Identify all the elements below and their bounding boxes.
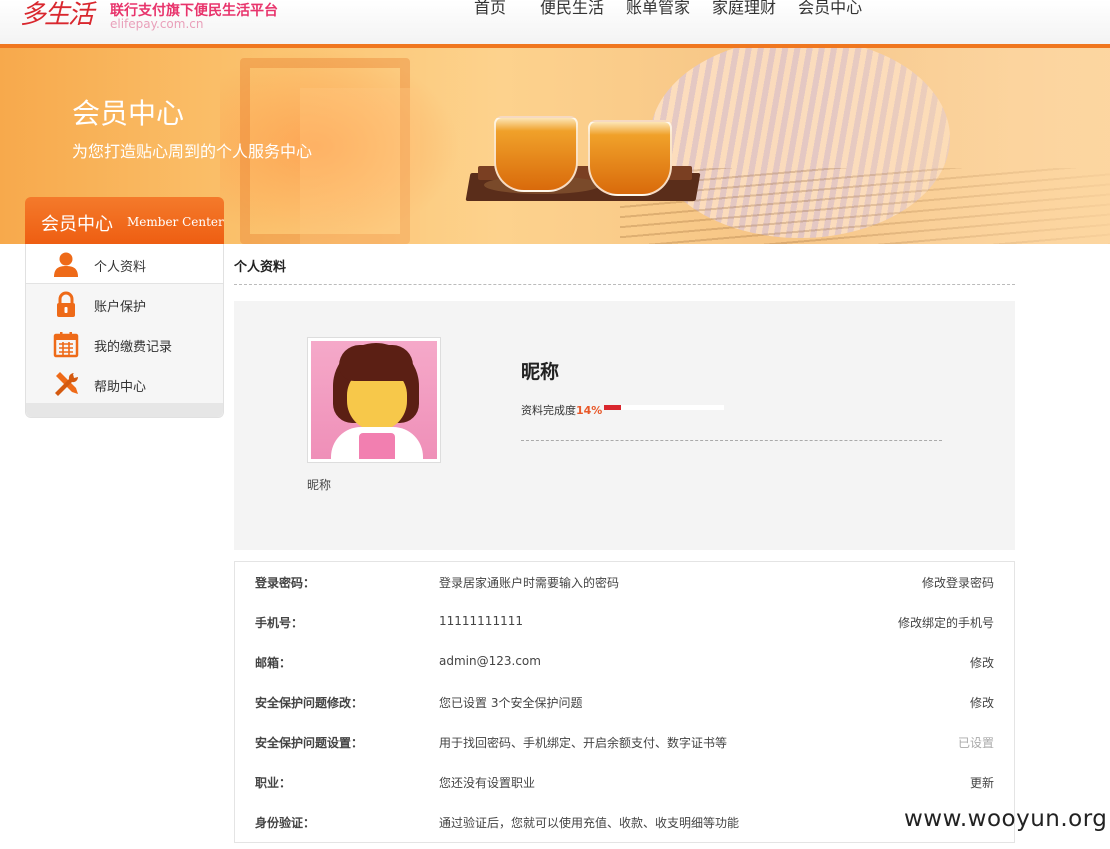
info-value: 11111111111 — [439, 614, 523, 628]
page-title: 个人资料 — [234, 260, 287, 275]
update-occupation-link[interactable]: 更新 — [970, 774, 994, 791]
logo-url: elifepay.com.cn — [110, 17, 204, 31]
logo-wordmark: 多生活 — [20, 0, 94, 30]
info-value: 通过验证后，您就可以使用充值、收款、收支明细等功能 — [439, 816, 740, 830]
divider — [521, 440, 942, 441]
avatar[interactable] — [307, 337, 441, 463]
info-row-identity-verification: 身份验证： 通过验证后，您就可以使用充值、收款、收支明细等功能 — [235, 802, 1014, 842]
completion-label-text: 资料完成度 — [521, 404, 576, 417]
completion-label: 资料完成度14% — [521, 402, 602, 418]
sidebar-footer — [26, 403, 223, 417]
info-value: 您已设置 3个安全保护问题 — [439, 696, 583, 710]
person-icon — [54, 252, 78, 277]
banner-screen-inner-decoration — [300, 88, 420, 244]
nav-home[interactable]: 首页 — [474, 0, 506, 18]
info-label: 身份验证： — [255, 816, 316, 830]
info-value: 您还没有设置职业 — [439, 776, 536, 790]
avatar-caption: 昵称 — [307, 478, 332, 492]
avatar-shirt — [359, 433, 395, 459]
change-security-question-link[interactable]: 修改 — [970, 694, 994, 711]
sidebar-item-label: 账户保护 — [94, 300, 147, 315]
sidebar-title: 会员中心 — [41, 214, 113, 235]
completion-progress-bar — [604, 405, 724, 410]
sidebar-item-account-protection[interactable]: 账户保护 — [26, 284, 223, 324]
completion-progress-fill — [604, 405, 621, 410]
lock-icon — [57, 291, 75, 317]
avatar-bangs — [339, 345, 413, 381]
tea-cup-image — [494, 116, 578, 192]
sidebar: 个人资料 账户保护 我的缴费记录 帮助中心 — [25, 244, 224, 418]
sidebar-item-help-center[interactable]: 帮助中心 — [26, 364, 223, 404]
sidebar-item-profile[interactable]: 个人资料 — [26, 244, 223, 284]
banner-fade — [820, 48, 1110, 244]
info-label: 安全保护问题修改： — [255, 696, 364, 710]
info-value: 用于找回密码、手机绑定、开启余额支付、数字证书等 — [439, 736, 728, 750]
watermark: www.wooyun.org — [904, 806, 1108, 832]
info-value: admin@123.com — [439, 654, 541, 668]
profile-panel: 昵称 昵称 资料完成度14% — [234, 301, 1015, 550]
main-nav: 首页 便民生活 账单管家 家庭理财 会员中心 — [474, 0, 884, 18]
security-question-status: 已设置 — [957, 736, 994, 750]
nav-finance[interactable]: 家庭理财 — [712, 0, 776, 18]
nickname: 昵称 — [521, 361, 560, 383]
sidebar-item-label: 帮助中心 — [94, 380, 147, 395]
banner-subtitle: 为您打造贴心周到的个人服务中心 — [72, 142, 313, 161]
change-password-link[interactable]: 修改登录密码 — [922, 574, 994, 591]
banner-title: 会员中心 — [72, 97, 185, 130]
info-value: 登录居家通账户时需要输入的密码 — [439, 576, 620, 590]
tea-cup-image — [588, 120, 672, 196]
sidebar-item-payment-records[interactable]: 我的缴费记录 — [26, 324, 223, 364]
sidebar-header: 会员中心 Member Center — [25, 197, 224, 244]
change-email-link[interactable]: 修改 — [970, 654, 994, 671]
info-label: 职业： — [255, 776, 292, 790]
info-row-phone: 手机号： 11111111111 修改绑定的手机号 — [235, 602, 1014, 642]
avatar-image — [311, 341, 437, 459]
divider — [234, 284, 1015, 285]
info-row-occupation: 职业： 您还没有设置职业 更新 — [235, 762, 1014, 802]
account-info-table: 登录密码： 登录居家通账户时需要输入的密码 修改登录密码 手机号： 111111… — [234, 561, 1015, 843]
change-phone-link[interactable]: 修改绑定的手机号 — [898, 614, 994, 631]
info-label: 邮箱： — [255, 656, 292, 670]
info-label: 登录密码： — [255, 576, 316, 590]
info-row-password: 登录密码： 登录居家通账户时需要输入的密码 修改登录密码 — [235, 562, 1014, 602]
info-row-security-question-setup: 安全保护问题设置： 用于找回密码、手机绑定、开启余额支付、数字证书等 已设置 — [235, 722, 1014, 762]
info-row-email: 邮箱： admin@123.com 修改 — [235, 642, 1014, 682]
site-logo[interactable]: 多生活 联行支付旗下便民生活平台 elifepay.com.cn — [20, 0, 320, 36]
nav-member-center[interactable]: 会员中心 — [798, 0, 862, 18]
nav-bills[interactable]: 账单管家 — [626, 0, 690, 18]
calendar-icon — [53, 332, 79, 358]
info-label: 安全保护问题设置： — [255, 736, 364, 750]
info-row-security-question-change: 安全保护问题修改： 您已设置 3个安全保护问题 修改 — [235, 682, 1014, 722]
tools-icon — [55, 372, 79, 396]
sidebar-title-en: Member Center — [127, 215, 224, 229]
sidebar-item-label: 我的缴费记录 — [94, 340, 173, 355]
nav-convenience[interactable]: 便民生活 — [540, 0, 604, 18]
sidebar-item-label: 个人资料 — [94, 260, 147, 275]
completion-percent: 14% — [576, 404, 603, 417]
site-header: 多生活 联行支付旗下便民生活平台 elifepay.com.cn 首页 便民生活… — [0, 0, 1110, 48]
info-label: 手机号： — [255, 616, 304, 630]
